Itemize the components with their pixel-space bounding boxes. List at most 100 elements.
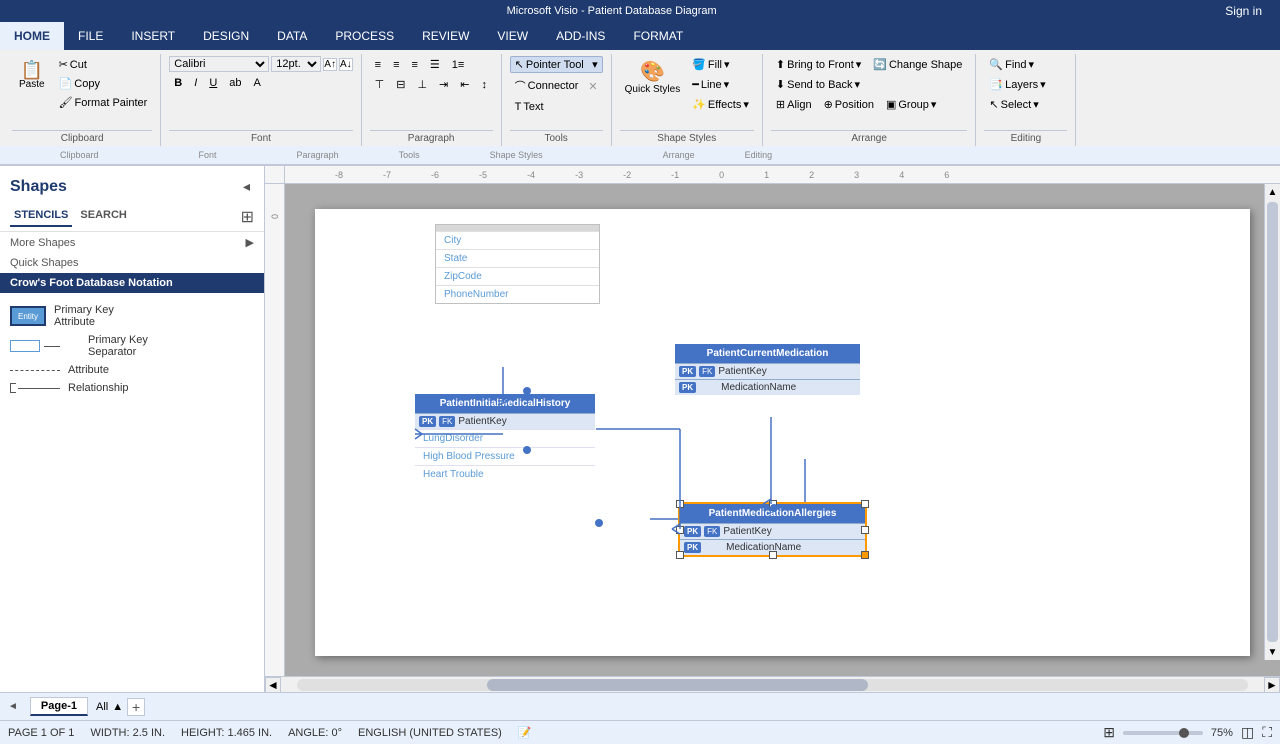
tab-review[interactable]: REVIEW	[408, 22, 483, 50]
fit-page-icon[interactable]: ⊞	[1103, 724, 1115, 741]
tab-view[interactable]: VIEW	[483, 22, 542, 50]
pointer-tool-button[interactable]: ↖ Pointer Tool ▾	[510, 56, 603, 73]
text-button[interactable]: T Text	[510, 99, 603, 115]
all-pages-button[interactable]: All ▲	[96, 701, 123, 713]
spell-check-icon[interactable]: 📝	[518, 726, 532, 739]
send-to-back-button[interactable]: ⬇ Send to Back ▾	[771, 76, 865, 93]
group-button[interactable]: ▣ Group ▾	[881, 96, 942, 113]
bring-to-front-button[interactable]: ⬆ Bring to Front ▾	[771, 56, 866, 73]
sign-in-button[interactable]: Sign in	[1215, 4, 1272, 18]
tab-design[interactable]: DESIGN	[189, 22, 263, 50]
tab-process[interactable]: PROCESS	[321, 22, 408, 50]
align-top-button[interactable]: ⊤	[370, 76, 390, 93]
fit-page-full-icon[interactable]: ⛶	[1262, 724, 1272, 741]
indent-button[interactable]: ⇥	[434, 76, 453, 93]
format-painter-button[interactable]: 🖌 Format Painter	[54, 94, 153, 111]
select-button[interactable]: ↖ Select ▾	[984, 96, 1067, 113]
increase-font-button[interactable]: A↑	[323, 58, 337, 71]
address-phone-row: PhoneNumber	[436, 285, 599, 303]
align-center-button[interactable]: ≡	[388, 57, 404, 73]
horizontal-scrollbar[interactable]: ◄ ►	[265, 676, 1280, 692]
sidebar-more-shapes[interactable]: More Shapes ▶	[0, 232, 264, 253]
connector-close-icon[interactable]: ✕	[588, 80, 597, 93]
page-tab-1[interactable]: Page-1	[30, 697, 88, 716]
copy-icon: 📄	[59, 77, 73, 90]
tab-insert[interactable]: INSERT	[117, 22, 189, 50]
find-button[interactable]: 🔍 Find ▾	[984, 56, 1067, 73]
pointer-tool-icon: ↖	[515, 58, 524, 71]
selection-handle-bm[interactable]	[769, 551, 777, 559]
selection-handle-mr[interactable]	[861, 526, 869, 534]
sidebar-nav: STENCILS SEARCH ⊞	[0, 203, 264, 232]
vertical-scrollbar-thumb[interactable]	[1267, 202, 1278, 642]
layers-button[interactable]: 📑 Layers ▾	[984, 76, 1067, 93]
paste-button[interactable]: 📋 Paste	[12, 56, 52, 95]
fit-width-icon[interactable]: ◫	[1241, 724, 1254, 741]
patient-history-table[interactable]: PatientInitialMedicalHistory PK FK Patie…	[415, 394, 595, 483]
tab-file[interactable]: FILE	[64, 22, 117, 50]
scroll-up-button[interactable]: ▲	[1265, 184, 1280, 200]
selection-handle-br[interactable]	[861, 551, 869, 559]
font-color-button[interactable]: A	[249, 75, 268, 91]
zoom-thumb[interactable]	[1179, 728, 1189, 738]
selection-handle-tr[interactable]	[861, 500, 869, 508]
font-family-select[interactable]: Calibri	[169, 56, 269, 72]
scroll-left-button[interactable]: ◄	[265, 677, 281, 693]
sidebar-collapse-button[interactable]: ◂	[239, 174, 254, 199]
ribbon-group-clipboard: 📋 Paste ✂ Cut 📄 Copy 🖌 Format Painter Cl…	[4, 54, 161, 146]
canvas-page[interactable]: City State ZipCode PhoneNumber PatientIn…	[315, 209, 1250, 656]
ribbon-group-font: Calibri 12pt. A↑ A↓ B I U ab A Font	[161, 54, 361, 146]
selection-handle-bl[interactable]	[676, 551, 684, 559]
bold-button[interactable]: B	[169, 75, 187, 91]
font-size-select[interactable]: 12pt.	[271, 56, 321, 72]
scrollbar-thumb[interactable]	[487, 679, 867, 691]
italic-button[interactable]: I	[189, 75, 202, 91]
sidebar-search-tab[interactable]: SEARCH	[76, 207, 130, 227]
tab-home[interactable]: HOME	[0, 22, 64, 50]
sidebar-crowsfoot-section[interactable]: Crow's Foot Database Notation	[0, 273, 264, 293]
sidebar-expand-button[interactable]: ⊞	[241, 207, 254, 227]
fill-button[interactable]: 🪣 Fill ▾	[687, 56, 754, 73]
canvas-scroll-area[interactable]: City State ZipCode PhoneNumber PatientIn…	[285, 184, 1280, 676]
selection-handle-tl[interactable]	[676, 500, 684, 508]
align-middle-button[interactable]: ⊟	[391, 76, 410, 93]
address-table[interactable]: City State ZipCode PhoneNumber	[435, 224, 600, 304]
align-button[interactable]: ⊞ Align	[771, 96, 817, 113]
cut-button[interactable]: ✂ Cut	[54, 56, 153, 73]
selection-handle-ml[interactable]	[676, 526, 684, 534]
scroll-down-button[interactable]: ▼	[1265, 644, 1280, 660]
patient-current-med-table[interactable]: PatientCurrentMedication PK FK PatientKe…	[675, 344, 860, 395]
zoom-slider[interactable]	[1123, 731, 1203, 735]
change-shape-button[interactable]: 🔄 Change Shape	[868, 56, 967, 73]
position-button[interactable]: ⊕ Position	[819, 96, 879, 113]
underline-button[interactable]: U	[204, 75, 222, 91]
decrease-font-button[interactable]: A↓	[339, 58, 353, 71]
align-left-button[interactable]: ≡	[370, 57, 386, 73]
strikethrough-button[interactable]: ab	[224, 75, 246, 91]
copy-button[interactable]: 📄 Copy	[54, 75, 153, 92]
tab-format[interactable]: FORMAT	[619, 22, 697, 50]
scroll-right-button[interactable]: ►	[1264, 677, 1280, 693]
sidebar-stencils-tab[interactable]: STENCILS	[10, 207, 72, 227]
align-right-button[interactable]: ≡	[406, 57, 422, 73]
quick-styles-button[interactable]: 🎨 Quick Styles	[620, 56, 686, 98]
add-page-button[interactable]: +	[127, 698, 145, 716]
effects-button[interactable]: ✨ Effects ▾	[687, 96, 754, 113]
align-bottom-button[interactable]: ⊥	[412, 76, 432, 93]
line-button[interactable]: ━ Line ▾	[687, 76, 754, 93]
vertical-ruler: 0	[265, 184, 285, 676]
bullet-list-button[interactable]: ☰	[425, 56, 445, 73]
ribbon-group-shape-styles: 🎨 Quick Styles 🪣 Fill ▾ ━ Line ▾ ✨ Effec…	[612, 54, 763, 146]
text-icon: T	[515, 101, 522, 113]
line-spacing-button[interactable]: ↕	[476, 77, 492, 93]
vertical-scrollbar[interactable]: ▲ ▼	[1264, 184, 1280, 660]
tab-data[interactable]: DATA	[263, 22, 321, 50]
sidebar-title: Shapes	[10, 178, 67, 196]
outdent-button[interactable]: ⇤	[455, 76, 474, 93]
sidebar-quick-shapes[interactable]: Quick Shapes	[0, 253, 264, 273]
tab-addins[interactable]: ADD-INS	[542, 22, 619, 50]
layers-icon: 📑	[989, 78, 1003, 91]
numbered-list-button[interactable]: 1≡	[447, 57, 470, 73]
page-navigation-back[interactable]: ◄	[8, 701, 18, 712]
connector-button[interactable]: ⌒ Connector ✕	[510, 76, 603, 96]
